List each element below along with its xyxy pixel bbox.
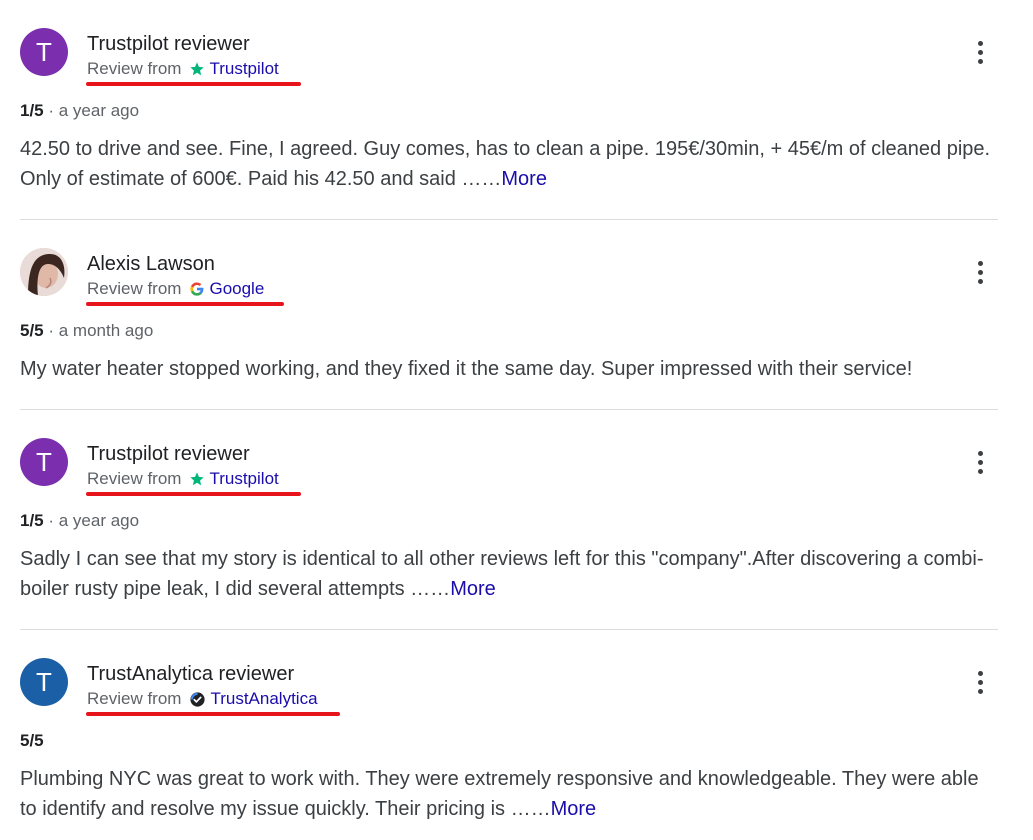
avatar[interactable]: T (20, 28, 68, 76)
review-from-label: Review from (87, 469, 182, 488)
divider (20, 409, 998, 410)
more-link[interactable]: More (501, 168, 547, 190)
avatar[interactable] (20, 248, 68, 296)
highlight-underline (86, 492, 301, 496)
profile-photo-icon (20, 248, 68, 296)
review-text: 42.50 to drive and see. Fine, I agreed. … (20, 134, 1000, 194)
more-link[interactable]: More (450, 578, 496, 600)
avatar[interactable]: T (20, 438, 68, 486)
review-from-label: Review from (87, 59, 182, 78)
review-body: Plumbing NYC was great to work with. The… (20, 768, 979, 820)
source-link[interactable]: Trustpilot (209, 59, 278, 79)
review-source: Review from TrustAnalytica (87, 689, 318, 709)
source-link[interactable]: TrustAnalytica (210, 689, 317, 709)
more-options-icon[interactable] (968, 438, 992, 486)
google-g-icon (189, 281, 205, 297)
reviewer-name[interactable]: TrustAnalytica reviewer (87, 663, 294, 686)
divider (20, 629, 998, 630)
review-from-label: Review from (87, 689, 182, 708)
rating: 1/5 (20, 101, 44, 120)
avatar[interactable]: T (20, 658, 68, 706)
star-icon (189, 61, 205, 77)
reviewer-name[interactable]: Trustpilot reviewer (87, 443, 250, 466)
reviewer-name[interactable]: Alexis Lawson (87, 253, 215, 276)
highlight-underline (86, 302, 284, 306)
more-options-icon[interactable] (968, 28, 992, 76)
review-from-label: Review from (87, 279, 182, 298)
more-options-icon[interactable] (968, 658, 992, 706)
review-text: Plumbing NYC was great to work with. The… (20, 764, 1000, 824)
review-time: · a month ago (48, 321, 154, 340)
review-source: Review from Google (87, 279, 264, 299)
review-time: · a year ago (48, 511, 140, 530)
divider (20, 219, 998, 220)
review-meta: 1/5 · a year ago (20, 101, 139, 121)
highlight-underline (86, 82, 301, 86)
review-source: Review from Trustpilot (87, 59, 279, 79)
review-source: Review from Trustpilot (87, 469, 279, 489)
review-body: Sadly I can see that my story is identic… (20, 548, 984, 600)
rating: 5/5 (20, 731, 44, 750)
review-time: · a year ago (48, 101, 140, 120)
review-meta: 5/5 · a month ago (20, 321, 153, 341)
highlight-underline (86, 712, 340, 716)
review-meta: 5/5 (20, 731, 44, 751)
source-link[interactable]: Google (209, 279, 264, 299)
review-body: My water heater stopped working, and the… (20, 358, 913, 380)
more-options-icon[interactable] (968, 248, 992, 296)
verified-check-icon (189, 691, 206, 708)
rating: 1/5 (20, 511, 44, 530)
source-link[interactable]: Trustpilot (209, 469, 278, 489)
reviewer-name[interactable]: Trustpilot reviewer (87, 33, 250, 56)
rating: 5/5 (20, 321, 44, 340)
star-icon (189, 471, 205, 487)
review-text: Sadly I can see that my story is identic… (20, 544, 1000, 604)
review-text: My water heater stopped working, and the… (20, 354, 1000, 384)
review-meta: 1/5 · a year ago (20, 511, 139, 531)
more-link[interactable]: More (551, 798, 597, 820)
